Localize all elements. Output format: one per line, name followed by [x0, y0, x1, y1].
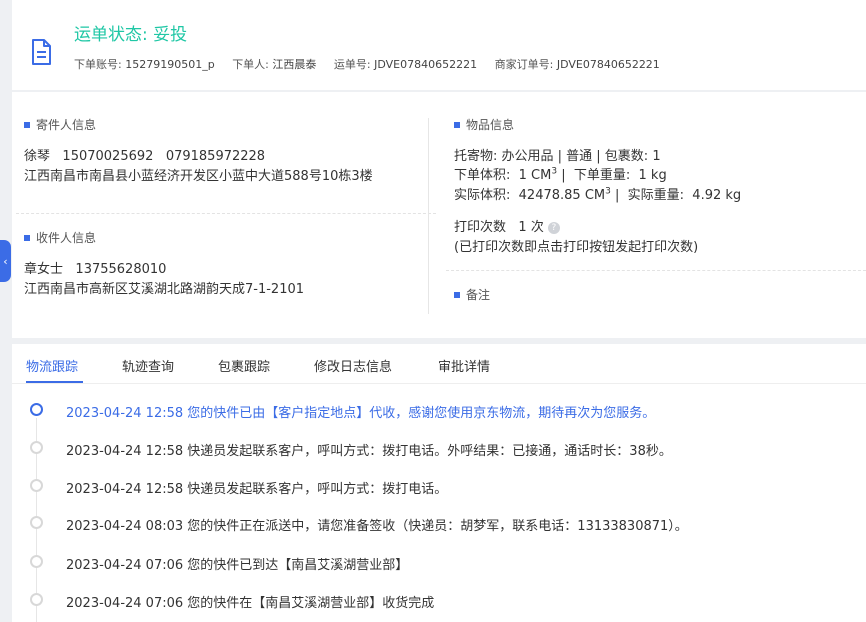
- section-marker: [24, 121, 30, 128]
- print-count-note: (已打印次数即点击打印按钮发起打印次数): [454, 240, 699, 255]
- tab-logistics-tracking[interactable]: 物流跟踪: [26, 356, 78, 375]
- goods-actual-volume-weight: 实际体积: 42478.85 CM3 | 实际重量: 4.92 kg: [454, 186, 742, 203]
- receiver-contact: 章女士 13755628010: [24, 262, 167, 277]
- shipment-info-card: [12, 92, 866, 338]
- sidebar-toggle-button[interactable]: ‹: [0, 240, 11, 282]
- goods-order-volume-weight: 下单体积: 1 CM3 | 下单重量: 1 kg: [454, 166, 667, 183]
- meta-order-account: 下单账号: 15279190501_p: [74, 58, 215, 71]
- active-tab-indicator: [26, 381, 83, 383]
- section-marker: [454, 291, 460, 298]
- section-divider: [16, 213, 436, 214]
- timeline-dot: [30, 441, 43, 454]
- timeline-entry: 2023-04-24 08:03 您的快件正在派送中，请您准备签收（快递员：胡梦…: [66, 519, 688, 534]
- tab-route-query[interactable]: 轨迹查询: [122, 356, 174, 375]
- receiver-section-title: 收件人信息: [24, 229, 96, 246]
- remark-section-title: 备注: [454, 286, 490, 303]
- document-icon: [32, 39, 51, 65]
- tab-approval-details[interactable]: 审批详情: [438, 356, 490, 375]
- goods-section-title: 物品信息: [454, 116, 514, 133]
- waybill-status: 运单状态: 妥投: [74, 25, 188, 45]
- timeline-entry: 2023-04-24 07:06 您的快件在【南昌艾溪湖营业部】收货完成: [66, 596, 435, 611]
- receiver-address: 江西南昌市高新区艾溪湖北路湖韵天成7-1-2101: [24, 282, 305, 297]
- sender-contact: 徐琴 15070025692 079185972228: [24, 149, 266, 164]
- print-count: 打印次数 1 次?: [454, 216, 560, 235]
- chevron-left-icon: ‹: [3, 254, 8, 268]
- waybill-status-card: 运单状态: 妥投 下单账号: 15279190501_p 下单人: 江西晨泰 运…: [12, 0, 866, 90]
- timeline-entry: 2023-04-24 12:58 快递员发起联系客户，呼叫方式：拨打电话。: [66, 482, 448, 497]
- timeline-entry: 2023-04-24 12:58 快递员发起联系客户，呼叫方式：拨打电话。外呼结…: [66, 444, 672, 459]
- meta-merchant-order-number: 商家订单号: JDVE07840652221: [494, 58, 660, 71]
- column-divider: [428, 118, 429, 314]
- timeline-entry: 2023-04-24 07:06 您的快件已到达【南昌艾溪湖营业部】: [66, 558, 409, 573]
- meta-waybill-number: 运单号: JDVE07840652221: [333, 58, 478, 71]
- timeline-dot: [30, 479, 43, 492]
- timeline-dot: [30, 516, 43, 529]
- tab-change-log[interactable]: 修改日志信息: [314, 356, 392, 375]
- section-divider: [446, 270, 866, 271]
- tab-package-tracking[interactable]: 包裹跟踪: [218, 356, 270, 375]
- section-marker: [24, 234, 30, 241]
- tracking-tabs: 物流跟踪 轨迹查询 包裹跟踪 修改日志信息 审批详情: [12, 344, 866, 384]
- timeline-entry: 2023-04-24 12:58 您的快件已由【客户指定地点】代收，感谢您使用京…: [66, 406, 656, 421]
- waybill-meta-row: 下单账号: 15279190501_p 下单人: 江西晨泰 运单号: JDVE0…: [74, 56, 674, 72]
- timeline-dot: [30, 555, 43, 568]
- sender-section-title: 寄件人信息: [24, 116, 96, 133]
- timeline-dot: [30, 403, 43, 416]
- meta-orderer: 下单人: 江西晨泰: [232, 58, 317, 71]
- timeline-dot: [30, 593, 43, 606]
- sender-address: 江西南昌市南昌县小蓝经济开发区小蓝中大道588号10栋3楼: [24, 169, 373, 184]
- goods-description: 托寄物: 办公用品 | 普通 | 包裹数: 1: [454, 149, 661, 164]
- help-icon[interactable]: ?: [547, 222, 560, 234]
- section-marker: [454, 121, 460, 128]
